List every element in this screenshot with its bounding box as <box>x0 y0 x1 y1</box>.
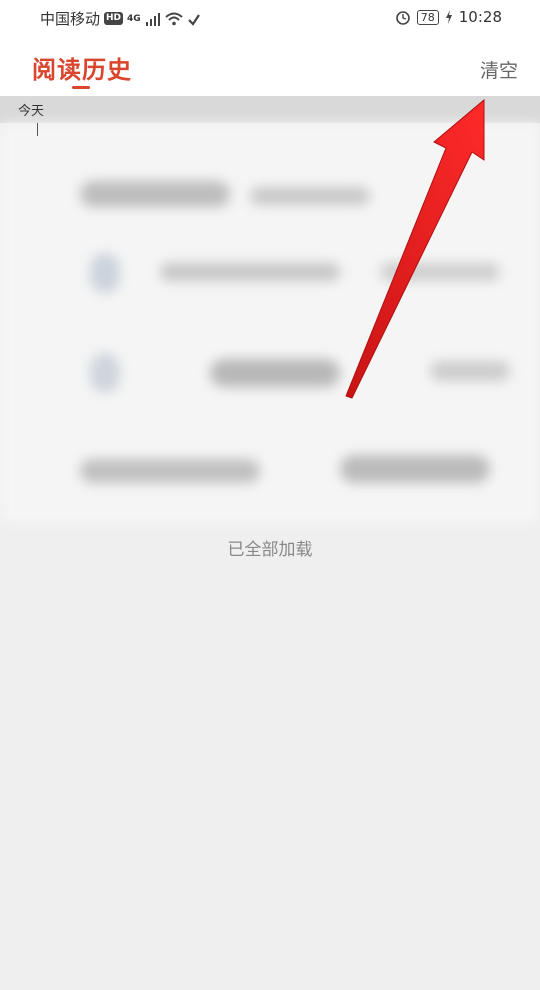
alarm-icon <box>395 11 410 25</box>
charging-icon <box>445 10 452 24</box>
clock: 10:28 <box>458 8 502 26</box>
date-section-header: 今天 <box>0 96 540 123</box>
title-underline <box>72 86 90 89</box>
page-title: 阅读历史 <box>32 56 132 84</box>
hd-badge: HD <box>104 12 124 25</box>
nfc-icon <box>187 13 200 26</box>
app-header: 阅读历史 清空 <box>0 38 540 96</box>
history-item[interactable] <box>80 173 500 219</box>
signal-icon: 4G <box>127 13 141 24</box>
signal-bars-icon <box>145 12 160 26</box>
wifi-icon <box>165 12 183 25</box>
all-loaded-text: 已全部加载 <box>227 540 313 560</box>
clear-button[interactable]: 清空 <box>480 56 518 83</box>
history-list-blurred[interactable] <box>0 123 540 523</box>
history-item[interactable] <box>80 253 500 299</box>
section-label-today: 今天 <box>18 104 45 119</box>
status-bar: 中国移动 HD 4G 78 10:28 <box>0 0 540 38</box>
history-item[interactable] <box>80 353 510 399</box>
timeline-line <box>37 123 38 136</box>
status-left: 中国移动 HD 4G <box>40 8 201 29</box>
status-right: 78 10:28 <box>395 8 502 26</box>
carrier-label: 中国移动 <box>40 10 101 28</box>
battery-icon: 78 <box>416 9 439 25</box>
history-item[interactable] <box>80 453 500 499</box>
